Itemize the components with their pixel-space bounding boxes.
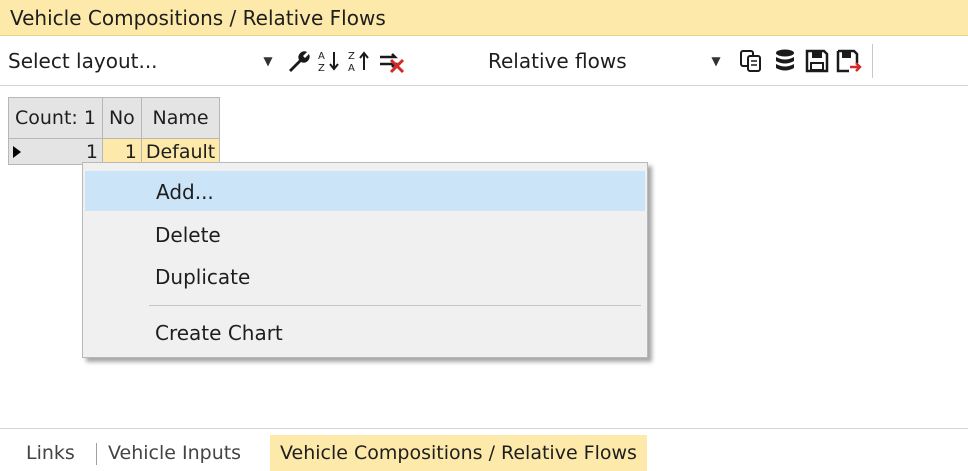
database-icon[interactable] (770, 46, 800, 76)
table-row[interactable]: 1 1 Default (8, 138, 221, 165)
sort-ascending-icon[interactable]: A Z (314, 46, 344, 76)
svg-text:Z: Z (318, 63, 325, 74)
row-index: 1 (85, 140, 98, 163)
data-grid: Count: 1 No Name 1 1 Default (8, 97, 221, 165)
menu-item-create-chart[interactable]: Create Chart (85, 313, 645, 353)
menu-item-delete[interactable]: Delete (85, 215, 645, 255)
layout-select-value: Select layout... (8, 49, 158, 73)
menu-item-duplicate[interactable]: Duplicate (85, 257, 645, 297)
row-name-cell[interactable]: Default (140, 138, 221, 165)
tab-links[interactable]: Links (16, 435, 85, 471)
menu-separator (149, 305, 641, 306)
remove-sort-icon[interactable] (376, 46, 406, 76)
chevron-down-icon[interactable]: ▼ (260, 44, 276, 78)
no-column-header[interactable]: No (101, 97, 142, 139)
tab-bar: Links Vehicle Inputs Vehicle Composition… (0, 428, 968, 471)
layout-select[interactable]: Select layout... ▼ (4, 44, 280, 78)
view-select-value: Relative flows (488, 49, 627, 73)
tab-divider (96, 443, 97, 465)
name-column-header[interactable]: Name (140, 97, 221, 139)
sort-descending-icon[interactable]: Z A (344, 46, 374, 76)
count-header[interactable]: Count: 1 (8, 97, 103, 139)
save-icon[interactable] (802, 46, 832, 76)
grid-header-row: Count: 1 No Name (8, 97, 221, 139)
toolbar: Select layout... ▼ A Z Z A Relative flow… (0, 36, 968, 86)
context-menu: Add... Delete Duplicate Create Chart (82, 162, 648, 358)
row-header[interactable]: 1 (8, 138, 103, 165)
tab-vehicle-compositions[interactable]: Vehicle Compositions / Relative Flows (270, 435, 647, 471)
svg-text:A: A (348, 63, 355, 74)
toolbar-separator (872, 44, 873, 78)
save-as-icon[interactable] (834, 46, 864, 76)
svg-text:A: A (318, 51, 325, 62)
menu-item-add[interactable]: Add... (85, 171, 645, 211)
copy-icon[interactable] (736, 46, 766, 76)
row-pointer-icon (13, 146, 21, 158)
wrench-icon[interactable] (284, 46, 314, 76)
tab-vehicle-inputs[interactable]: Vehicle Inputs (98, 435, 251, 471)
chevron-down-icon[interactable]: ▼ (708, 44, 724, 78)
svg-text:Z: Z (348, 51, 355, 62)
view-select[interactable]: Relative flows ▼ (476, 44, 728, 78)
row-no-cell[interactable]: 1 (101, 138, 142, 165)
window-title: Vehicle Compositions / Relative Flows (0, 0, 968, 36)
